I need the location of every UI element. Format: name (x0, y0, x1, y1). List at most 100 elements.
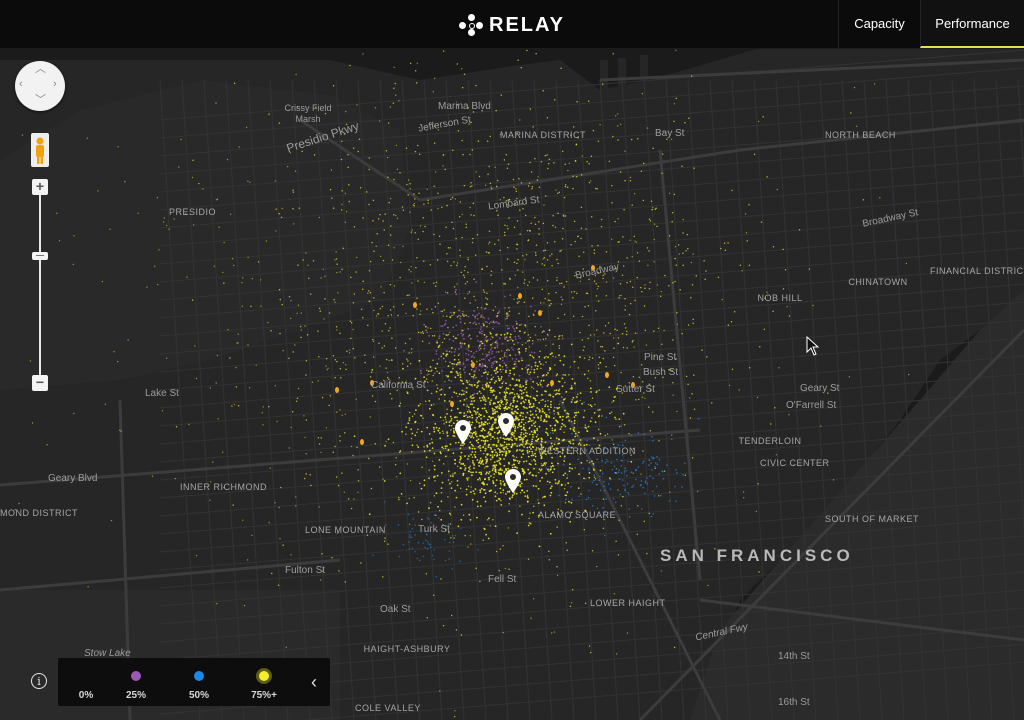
density-point (460, 527, 462, 530)
density-point (502, 489, 505, 492)
density-point (534, 410, 537, 412)
density-point (630, 471, 633, 474)
density-point (561, 377, 564, 380)
zoom-slider-handle[interactable] (32, 252, 48, 260)
zoom-in-button[interactable]: + (32, 179, 48, 195)
map-pin-icon[interactable] (498, 413, 514, 437)
density-point (494, 491, 497, 493)
density-point (471, 435, 473, 437)
density-point (442, 624, 445, 627)
density-point (770, 423, 772, 425)
density-point (546, 432, 549, 435)
density-point (411, 415, 414, 418)
density-point (528, 472, 531, 475)
density-point (576, 101, 578, 103)
density-point (516, 426, 519, 429)
density-point (642, 162, 645, 165)
density-point (368, 157, 371, 159)
density-point (520, 434, 522, 436)
density-point (607, 483, 610, 485)
density-point (520, 456, 523, 459)
density-point (485, 462, 487, 464)
density-point (323, 318, 325, 320)
tab-capacity[interactable]: Capacity (838, 0, 920, 48)
density-point (460, 332, 463, 335)
density-point (564, 163, 566, 165)
density-point (484, 456, 487, 458)
tab-performance[interactable]: Performance (920, 0, 1024, 48)
density-point (387, 438, 390, 441)
density-point (642, 450, 644, 452)
density-point (527, 185, 530, 187)
density-point (588, 163, 590, 165)
density-point (156, 197, 159, 199)
density-point (588, 358, 590, 361)
density-point (532, 485, 535, 487)
density-point (350, 276, 352, 278)
density-point (516, 412, 519, 415)
density-point (421, 330, 424, 333)
density-point (654, 376, 657, 379)
density-point (505, 403, 507, 406)
density-point (406, 365, 409, 367)
density-point (635, 478, 637, 481)
density-point (463, 276, 466, 279)
density-point (117, 360, 119, 363)
density-point (498, 400, 501, 403)
density-point (352, 347, 355, 350)
brand[interactable]: RELAY (459, 13, 565, 37)
density-point (396, 476, 398, 478)
density-point (518, 460, 521, 463)
density-point (617, 139, 619, 141)
density-point (673, 103, 676, 105)
density-point (579, 439, 582, 441)
density-point (905, 262, 908, 265)
density-point (506, 203, 508, 206)
density-point (461, 139, 463, 142)
density-point (484, 478, 486, 481)
density-point (635, 398, 637, 401)
density-point (367, 292, 369, 294)
density-point (511, 494, 514, 497)
density-point (564, 409, 566, 412)
density-point (334, 301, 336, 303)
map-pin-icon[interactable] (505, 469, 521, 493)
info-icon[interactable]: i (31, 673, 47, 689)
density-point (637, 138, 639, 140)
density-point (212, 461, 214, 463)
density-point (605, 281, 608, 283)
density-point (464, 469, 466, 471)
density-point (426, 517, 429, 519)
street-view-pegman-icon[interactable] (31, 133, 49, 167)
density-point (374, 400, 377, 403)
zoom-out-button[interactable]: − (32, 375, 48, 391)
density-point (520, 431, 523, 434)
chevron-left-icon[interactable]: ‹ (304, 670, 324, 694)
density-point (439, 437, 442, 440)
map-canvas[interactable]: SAN FRANCISCO MARINA DISTRICT NORTH BEAC… (0, 48, 1024, 720)
density-point (521, 513, 523, 516)
density-point (561, 337, 564, 340)
density-point (490, 186, 492, 188)
density-point (409, 62, 412, 65)
density-point (192, 159, 194, 161)
density-point (462, 153, 464, 156)
density-point (540, 326, 542, 328)
pan-control-icon[interactable]: ︿ ﹀ ‹ › (15, 61, 65, 111)
density-point (472, 445, 474, 447)
density-point (544, 154, 547, 157)
density-point (548, 369, 551, 372)
density-point (593, 252, 596, 254)
density-point (634, 240, 636, 242)
density-point (268, 405, 270, 408)
zoom-slider-track[interactable] (39, 190, 41, 380)
density-point (309, 293, 312, 295)
density-point (290, 426, 292, 429)
map-pin-icon[interactable] (455, 420, 471, 444)
density-point (506, 407, 509, 410)
density-point (418, 192, 420, 194)
density-point (368, 168, 370, 171)
density-point (396, 389, 398, 392)
density-point (309, 474, 311, 476)
density-point (525, 347, 527, 350)
